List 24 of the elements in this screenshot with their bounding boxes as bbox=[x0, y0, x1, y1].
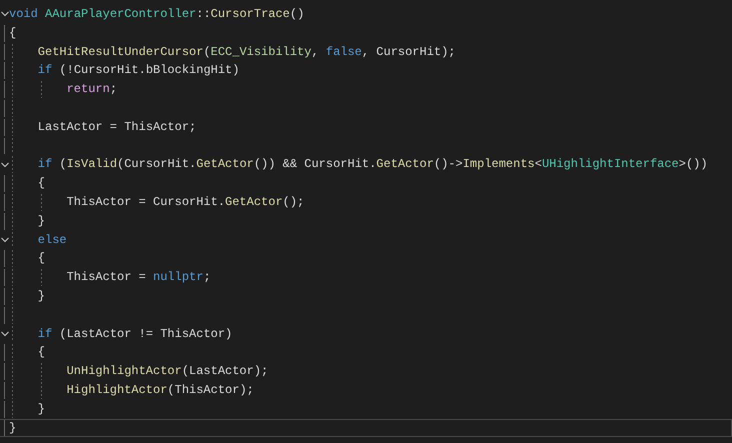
code-line: else bbox=[38, 232, 67, 248]
code-line: GetHitResultUnderCursor(ECC_Visibility, false, CursorHit); bbox=[38, 44, 456, 60]
code-line: ThisActor = CursorHit.GetActor(); bbox=[66, 194, 304, 211]
code-line: { bbox=[38, 250, 45, 268]
code-line: { bbox=[9, 24, 16, 42]
code-line: if (!CursorHit.bBlockingHit) bbox=[38, 62, 240, 80]
chevron-down-icon[interactable] bbox=[0, 330, 8, 337]
code-line: LastActor = ThisActor; bbox=[38, 118, 196, 136]
code-line: { bbox=[38, 175, 45, 192]
code-line: } bbox=[38, 212, 45, 230]
code-line: ThisActor = nullptr; bbox=[66, 269, 211, 286]
code-line: if (IsValid(CursorHit.GetActor()) && CursorHit.GetActor()->Implements<UHighlightInterface>()) bbox=[38, 156, 708, 174]
code-line: } bbox=[38, 288, 45, 305]
code-line: if (LastActor != ThisActor) bbox=[38, 326, 232, 342]
chevron-down-icon[interactable] bbox=[0, 162, 8, 168]
chevron-down-icon[interactable] bbox=[0, 11, 8, 18]
code-line: UnHighlightActor(LastActor); bbox=[66, 363, 268, 380]
code-line: void AAuraPlayerController::CursorTrace() bbox=[9, 6, 304, 23]
code-line: } bbox=[9, 420, 16, 436]
code-line: HighlightActor(ThisActor); bbox=[66, 382, 254, 399]
code-line: { bbox=[38, 344, 45, 362]
code-line: } bbox=[38, 400, 45, 418]
code-line: return; bbox=[66, 81, 118, 98]
chevron-down-icon[interactable] bbox=[0, 236, 8, 243]
